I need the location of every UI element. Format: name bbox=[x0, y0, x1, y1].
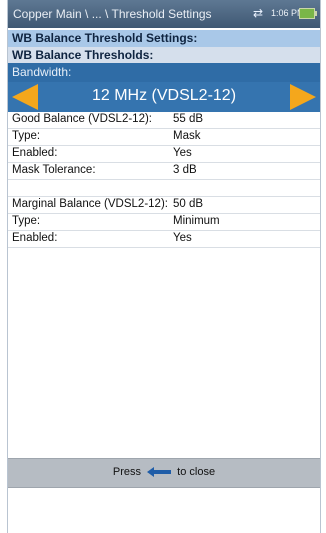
back-arrow-icon bbox=[147, 467, 172, 478]
arrow-left-icon[interactable] bbox=[12, 84, 38, 110]
thresholds-header-label: WB Balance Thresholds: bbox=[12, 48, 154, 62]
item-value: 50 dB bbox=[173, 198, 204, 210]
press-text: Press bbox=[112, 466, 142, 478]
settings-header-label: WB Balance Threshold Settings: bbox=[12, 31, 198, 45]
item-label: Good Balance (VDSL2-12): bbox=[12, 113, 152, 125]
bandwidth-value: 12 MHz (VDSL2-12) bbox=[91, 87, 237, 104]
item-value: Yes bbox=[173, 232, 192, 244]
list-item[interactable]: Enabled: Yes bbox=[8, 231, 320, 248]
arrow-right-icon[interactable] bbox=[290, 84, 316, 110]
threshold-list: Good Balance (VDSL2-12): 55 dB Type: Mas… bbox=[8, 112, 320, 248]
network-icon: ⇄ bbox=[253, 6, 264, 20]
close-hint-bar[interactable]: Press to close bbox=[8, 458, 320, 488]
item-label: Type: bbox=[12, 215, 41, 227]
item-value: Yes bbox=[173, 147, 192, 159]
close-text: to close bbox=[177, 466, 216, 478]
bandwidth-selector[interactable]: 12 MHz (VDSL2-12) bbox=[8, 82, 320, 112]
bandwidth-label-bar: Bandwidth: bbox=[8, 63, 320, 82]
thresholds-header: WB Balance Thresholds: bbox=[8, 47, 320, 64]
title-bar: Copper Main \ ... \ Threshold Settings ⇄… bbox=[8, 0, 320, 28]
list-item[interactable]: Type: Mask bbox=[8, 129, 320, 146]
item-label: Marginal Balance (VDSL2-12): bbox=[12, 198, 168, 210]
list-item[interactable]: Mask Tolerance: 3 dB bbox=[8, 163, 320, 180]
item-label: Enabled: bbox=[12, 147, 58, 159]
settings-header: WB Balance Threshold Settings: bbox=[8, 30, 320, 47]
item-label: Mask Tolerance: bbox=[12, 164, 96, 176]
breadcrumb[interactable]: Copper Main \ ... \ Threshold Settings bbox=[13, 7, 212, 21]
list-item[interactable]: Good Balance (VDSL2-12): 55 dB bbox=[8, 112, 320, 129]
item-value: Minimum bbox=[173, 215, 220, 227]
bandwidth-label: Bandwidth: bbox=[12, 65, 72, 79]
item-value: 3 dB bbox=[173, 164, 197, 176]
list-item[interactable]: Enabled: Yes bbox=[8, 146, 320, 163]
list-item[interactable]: Type: Minimum bbox=[8, 214, 320, 231]
list-item[interactable]: Marginal Balance (VDSL2-12): 50 dB bbox=[8, 197, 320, 214]
app-window: Copper Main \ ... \ Threshold Settings ⇄… bbox=[7, 0, 321, 533]
item-value: Mask bbox=[173, 130, 201, 142]
battery-icon bbox=[299, 8, 317, 19]
item-label: Enabled: bbox=[12, 232, 58, 244]
item-value: 55 dB bbox=[173, 113, 204, 125]
close-hint: Press to close bbox=[8, 466, 320, 478]
list-spacer bbox=[8, 180, 320, 197]
item-label: Type: bbox=[12, 130, 41, 142]
